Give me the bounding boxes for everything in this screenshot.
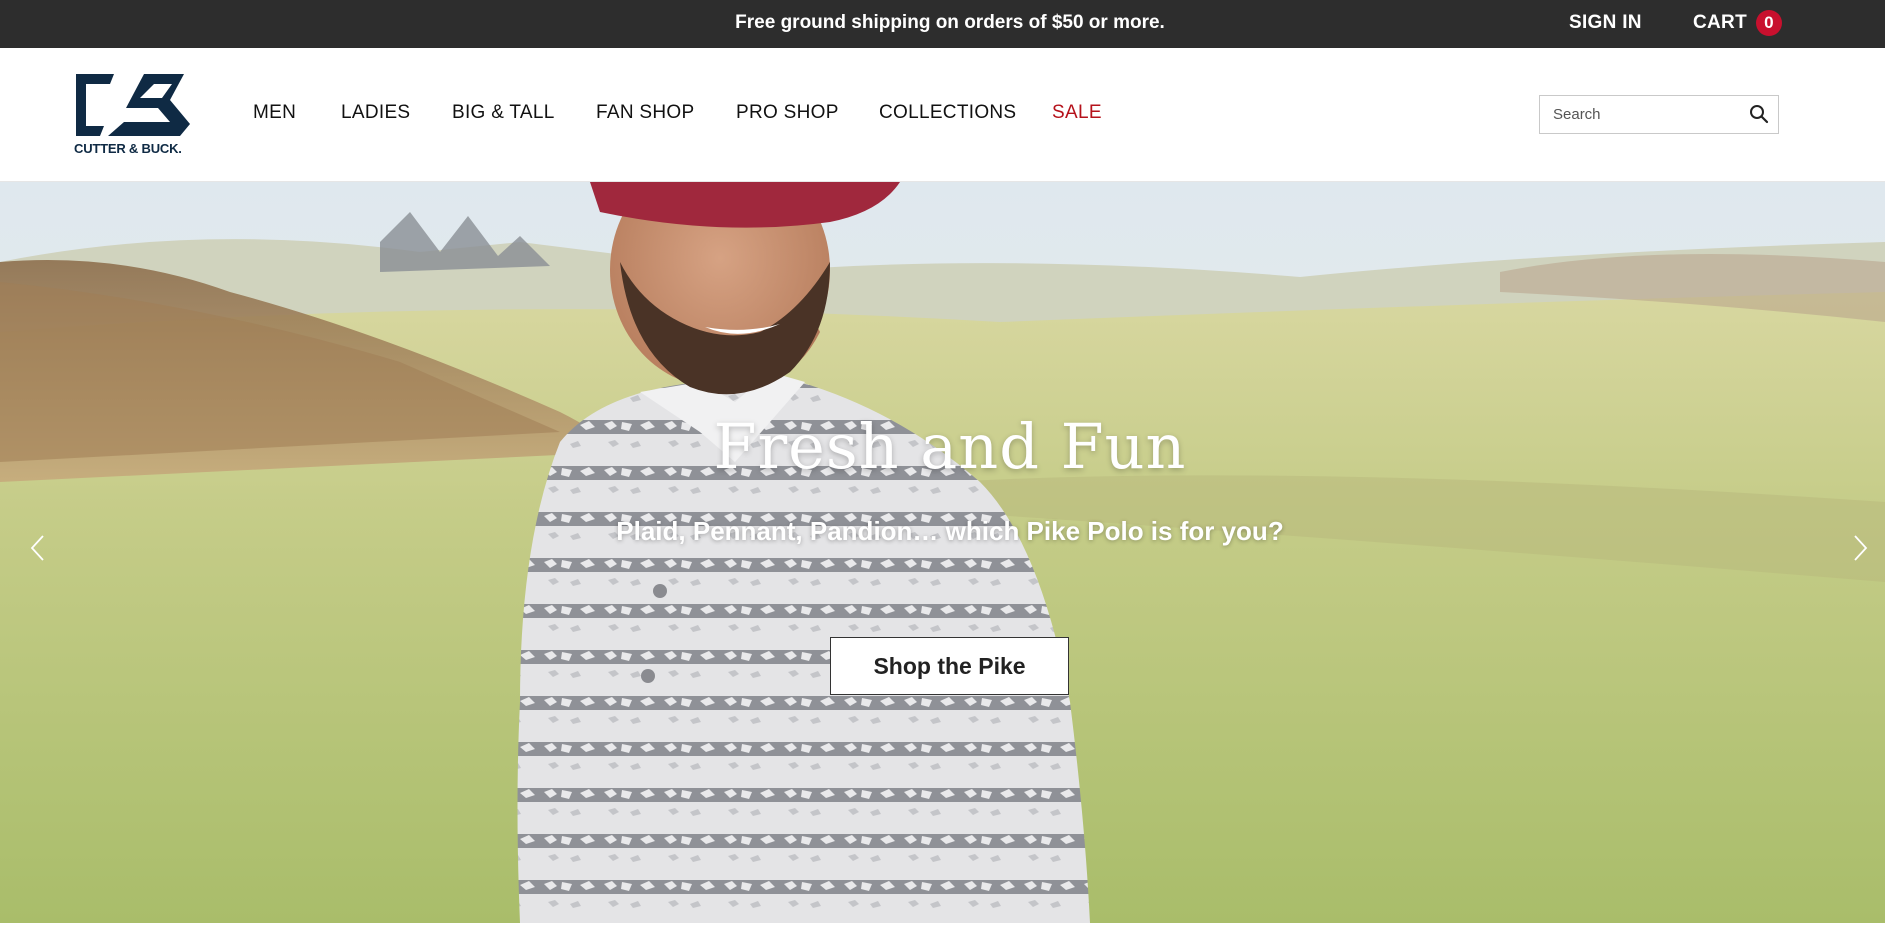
promo-bar: Free ground shipping on orders of $50 or… xyxy=(0,0,1885,48)
shop-the-pike-button[interactable]: Shop the Pike xyxy=(830,637,1069,695)
search-box xyxy=(1539,95,1779,134)
nav-item-pro-shop[interactable]: PRO SHOP xyxy=(736,48,839,178)
brand-logo-mark xyxy=(76,74,190,136)
search-icon xyxy=(1750,105,1769,124)
carousel-next-button[interactable] xyxy=(1850,533,1870,563)
brand-logo[interactable]: CUTTER & BUCK. xyxy=(74,72,198,156)
site-header: CUTTER & BUCK. MEN LADIES BIG & TALL FAN… xyxy=(0,48,1885,182)
chevron-left-icon xyxy=(30,535,44,561)
nav-item-men[interactable]: MEN xyxy=(253,48,296,178)
nav-item-ladies[interactable]: LADIES xyxy=(341,48,410,178)
cart-count-badge: 0 xyxy=(1755,10,1782,36)
cart-link[interactable]: CART 0 xyxy=(1693,0,1782,46)
chevron-right-icon xyxy=(1854,535,1868,561)
hero-title: Fresh and Fun xyxy=(713,410,1187,483)
brand-logo-text: CUTTER & BUCK. xyxy=(74,141,182,156)
nav-item-sale[interactable]: SALE xyxy=(1052,48,1102,178)
carousel-prev-button[interactable] xyxy=(28,533,48,563)
search-input[interactable] xyxy=(1540,96,1740,133)
sign-in-link[interactable]: SIGN IN xyxy=(1569,0,1642,46)
hero-subtitle: Plaid, Pennant, Pandion… which Pike Polo… xyxy=(616,516,1284,546)
nav-item-big-and-tall[interactable]: BIG & TALL xyxy=(452,48,555,178)
hero-background-image xyxy=(0,182,1885,923)
search-button[interactable] xyxy=(1748,104,1770,126)
nav-item-collections[interactable]: COLLECTIONS xyxy=(879,48,1016,178)
cart-label: CART xyxy=(1693,12,1747,33)
nav-item-fan-shop[interactable]: FAN SHOP xyxy=(596,48,694,178)
hero-banner: Fresh and Fun Plaid, Pennant, Pandion… w… xyxy=(0,182,1885,923)
